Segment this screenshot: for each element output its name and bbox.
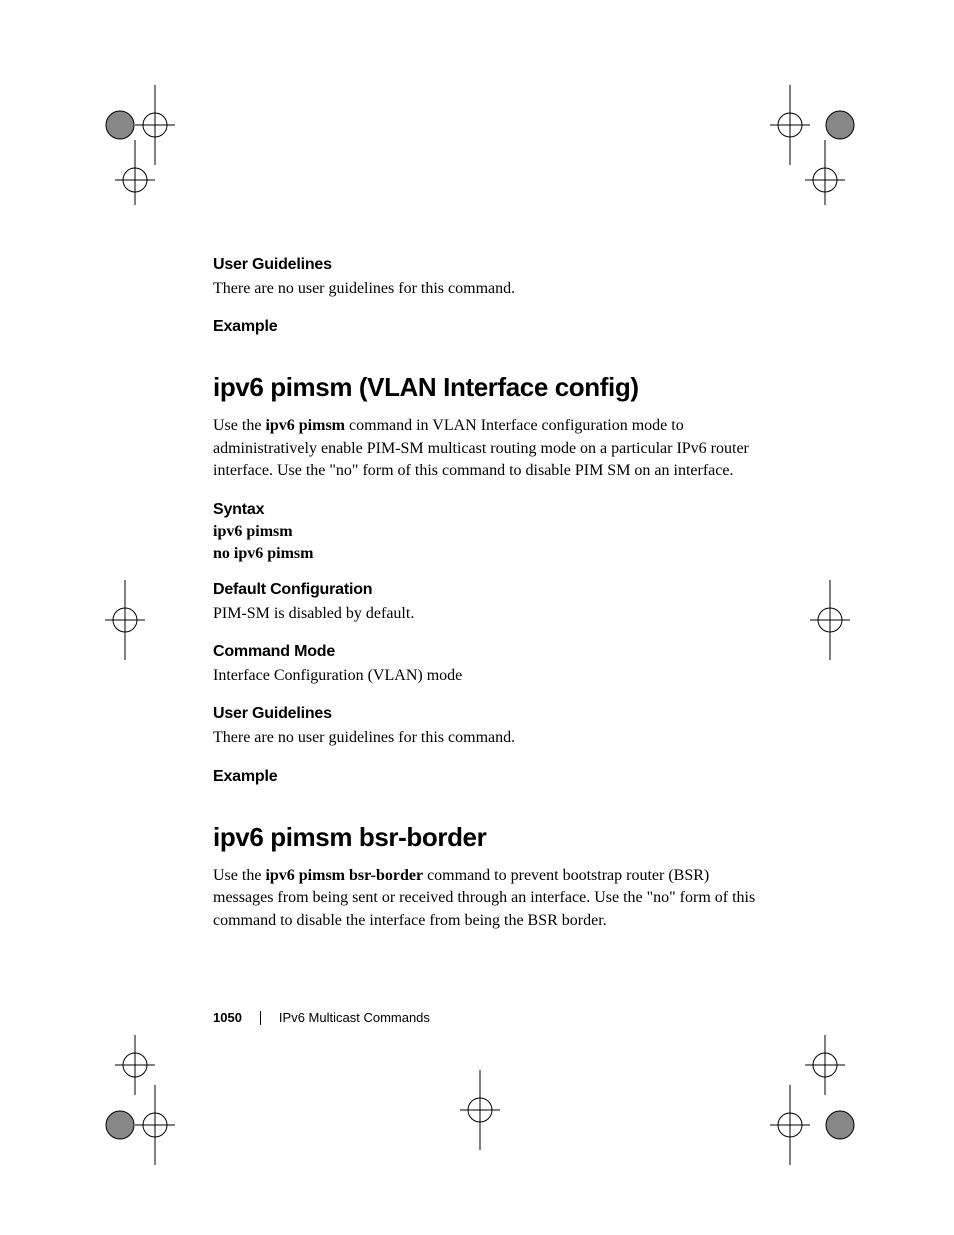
user-guidelines-heading: User Guidelines (213, 705, 773, 723)
registration-mark-icon (800, 580, 880, 660)
footer-divider (260, 1011, 261, 1025)
registration-mark-icon (440, 1070, 520, 1150)
syntax-line: ipv6 pimsm (213, 523, 773, 541)
user-guidelines-text: There are no user guidelines for this co… (213, 278, 773, 300)
registration-mark-icon (100, 1035, 180, 1115)
user-guidelines-text: There are no user guidelines for this co… (213, 727, 773, 749)
command-mode-text: Interface Configuration (VLAN) mode (213, 665, 773, 687)
page-footer: 1050 IPv6 Multicast Commands (213, 1010, 430, 1025)
command-intro-pimsm-vlan: Use the ipv6 pimsm command in VLAN Inter… (213, 415, 773, 482)
command-mode-heading: Command Mode (213, 643, 773, 661)
syntax-heading: Syntax (213, 501, 773, 519)
registration-mark-icon (100, 85, 180, 165)
command-title-pimsm-vlan: ipv6 pimsm (VLAN Interface config) (213, 372, 773, 403)
command-intro-bsr-border: Use the ipv6 pimsm bsr-border command to… (213, 865, 773, 932)
registration-mark-icon (95, 580, 175, 660)
page-number: 1050 (213, 1010, 242, 1025)
example-heading: Example (213, 768, 773, 786)
command-title-bsr-border: ipv6 pimsm bsr-border (213, 822, 773, 853)
intro-text: Use the (213, 867, 265, 884)
user-guidelines-heading: User Guidelines (213, 256, 773, 274)
page-body: User Guidelines There are no user guidel… (213, 256, 773, 950)
intro-command-name: ipv6 pimsm (265, 417, 345, 434)
registration-mark-icon (770, 85, 850, 165)
default-config-heading: Default Configuration (213, 581, 773, 599)
footer-section-title: IPv6 Multicast Commands (279, 1010, 430, 1025)
example-heading: Example (213, 318, 773, 336)
registration-mark-icon (770, 1035, 850, 1115)
default-config-text: PIM-SM is disabled by default. (213, 603, 773, 625)
intro-command-name: ipv6 pimsm bsr-border (265, 867, 423, 884)
intro-text: Use the (213, 417, 265, 434)
syntax-line: no ipv6 pimsm (213, 545, 773, 563)
